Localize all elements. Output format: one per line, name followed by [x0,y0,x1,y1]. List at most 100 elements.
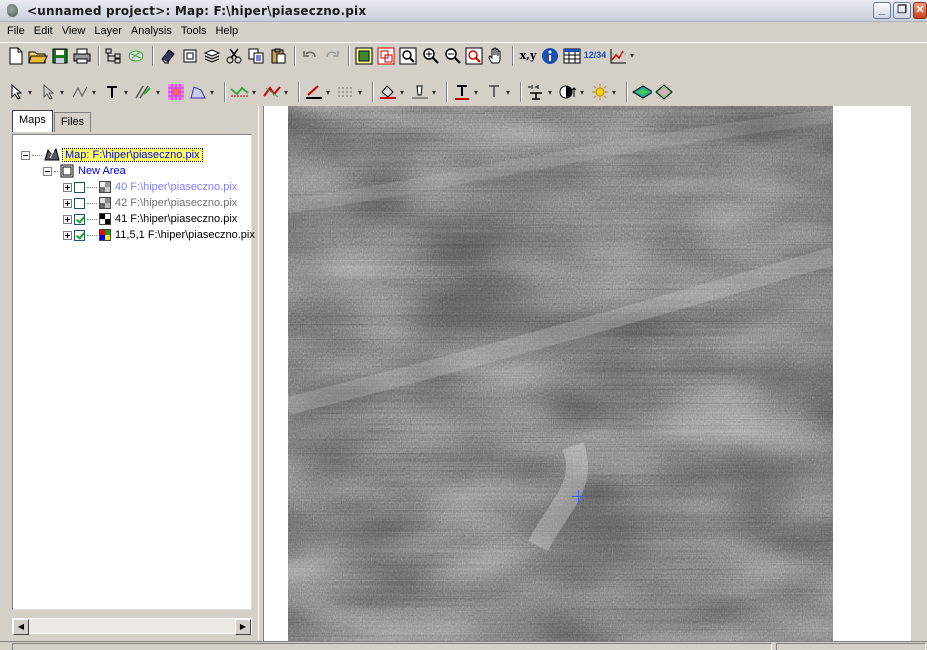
coordinates-icon[interactable]: x,y [518,46,538,66]
hatch-icon[interactable] [126,46,146,66]
zoom-select-icon[interactable] [464,46,484,66]
chevron-down-icon[interactable]: ▾ [580,88,586,97]
tree-node-layer[interactable]: 11,5,1 F:\hiper\piaseczno.pix [63,227,255,243]
palette-icon[interactable] [654,82,674,102]
tree-node-map[interactable]: Map: F:\hiper\piaseczno.pix [21,147,203,163]
undo-icon[interactable] [300,46,320,66]
chevron-down-icon[interactable]: ▾ [252,88,258,97]
zoom-extent-icon[interactable] [354,46,374,66]
chevron-down-icon[interactable]: ▾ [548,88,554,97]
toolbar-separator [512,45,514,66]
text-tool-icon[interactable] [102,82,122,102]
chevron-down-icon[interactable]: ▾ [92,88,98,97]
chevron-down-icon[interactable]: ▾ [432,88,438,97]
brightness-icon[interactable] [590,82,610,102]
map-raster-image[interactable] [288,106,833,641]
chevron-down-icon[interactable]: ▾ [60,88,66,97]
dash-style-icon[interactable] [336,82,356,102]
line-width-icon[interactable] [304,82,324,102]
redo-icon[interactable] [322,46,342,66]
zoom-in-icon[interactable] [420,46,440,66]
line-color-icon[interactable] [410,82,430,102]
menu-edit[interactable]: Edit [31,25,59,37]
tree-horizontal-scrollbar[interactable]: ◀ ▶ [12,618,252,635]
chevron-down-icon[interactable]: ▾ [506,88,512,97]
scroll-left-icon[interactable]: ◀ [13,619,29,635]
tree-node-layer[interactable]: 42 F:\hiper\piaseczno.pix [63,195,237,211]
numbers-icon[interactable]: 12/34 [584,46,607,66]
collapse-toggle-icon[interactable] [43,166,52,176]
cut-icon[interactable] [224,46,244,66]
line-tool-icon[interactable] [70,82,90,102]
table-icon[interactable] [562,46,582,66]
eraser-icon[interactable] [158,46,178,66]
pan-hand-icon[interactable] [486,46,506,66]
chevron-down-icon[interactable]: ▾ [156,88,162,97]
chevron-down-icon[interactable]: ▾ [358,88,364,97]
line-style-icon[interactable] [230,82,250,102]
close-button[interactable]: ✕ [913,2,927,19]
copy-icon[interactable] [246,46,266,66]
menu-file[interactable]: File [4,25,31,37]
save-icon[interactable] [50,46,70,66]
expand-toggle-icon[interactable] [63,214,72,224]
tab-maps[interactable]: Maps [12,110,53,132]
chevron-down-icon[interactable]: ▾ [28,88,34,97]
legend-icon[interactable] [526,82,546,102]
chevron-down-icon[interactable]: ▾ [630,51,636,60]
menu-analysis[interactable]: Analysis [128,25,178,37]
expand-toggle-icon[interactable] [63,198,72,208]
layer-visibility-checkbox[interactable] [74,213,85,225]
box-icon[interactable] [180,46,200,66]
map-view[interactable] [264,106,927,641]
new-file-icon[interactable] [6,46,26,66]
map-vertical-scrollbar[interactable] [911,106,927,641]
tab-files[interactable]: Files [53,112,92,132]
tree-node-area[interactable]: New Area [43,163,126,179]
paste-icon[interactable] [268,46,288,66]
chevron-down-icon[interactable]: ▾ [612,88,618,97]
polygon-tool-icon[interactable] [188,82,208,102]
layer-view-icon[interactable] [632,82,652,102]
fill-color-icon[interactable] [378,82,398,102]
layer-visibility-checkbox[interactable] [74,197,85,209]
info-icon[interactable] [540,46,560,66]
zoom-box-icon[interactable] [398,46,418,66]
chevron-down-icon[interactable]: ▾ [326,88,332,97]
scroll-right-icon[interactable]: ▶ [235,619,251,635]
restore-button[interactable]: ❐ [893,2,911,19]
open-folder-icon[interactable] [28,46,48,66]
zoom-out-icon[interactable] [442,46,462,66]
font-icon[interactable] [452,82,472,102]
menu-help[interactable]: Help [213,25,245,37]
expand-toggle-icon[interactable] [63,230,72,240]
raster-edit-icon[interactable] [166,82,186,102]
expand-toggle-icon[interactable] [63,182,72,192]
layer-visibility-checkbox[interactable] [74,229,85,241]
tree-node-layer[interactable]: 41 F:\hiper\piaseczno.pix [63,211,237,227]
zoom-layer-icon[interactable] [376,46,396,66]
tree-node-layer[interactable]: 40 F:\hiper\piaseczno.pix [63,179,237,195]
layers-icon[interactable] [202,46,222,66]
contrast-icon[interactable] [558,82,578,102]
chevron-down-icon[interactable]: ▾ [210,88,216,97]
layer-tree: Map: F:\hiper\piaseczno.pix New Area 40 … [12,134,255,610]
print-icon[interactable] [72,46,92,66]
chart-icon[interactable] [608,46,628,66]
vector-style-icon[interactable] [262,82,282,102]
menu-view[interactable]: View [59,25,92,37]
menu-tools[interactable]: Tools [178,25,213,37]
select-arrow-icon[interactable] [6,82,26,102]
menu-layer[interactable]: Layer [91,25,128,37]
collapse-toggle-icon[interactable] [21,150,30,160]
select-point-icon[interactable] [38,82,58,102]
text-color-icon[interactable] [484,82,504,102]
layer-visibility-checkbox[interactable] [74,181,85,193]
chevron-down-icon[interactable]: ▾ [400,88,406,97]
chevron-down-icon[interactable]: ▾ [124,88,130,97]
chevron-down-icon[interactable]: ▾ [474,88,480,97]
tree-icon[interactable] [104,46,124,66]
minimize-button[interactable]: _ [873,2,891,19]
chevron-down-icon[interactable]: ▾ [284,88,290,97]
polyline-tool-icon[interactable] [134,82,154,102]
